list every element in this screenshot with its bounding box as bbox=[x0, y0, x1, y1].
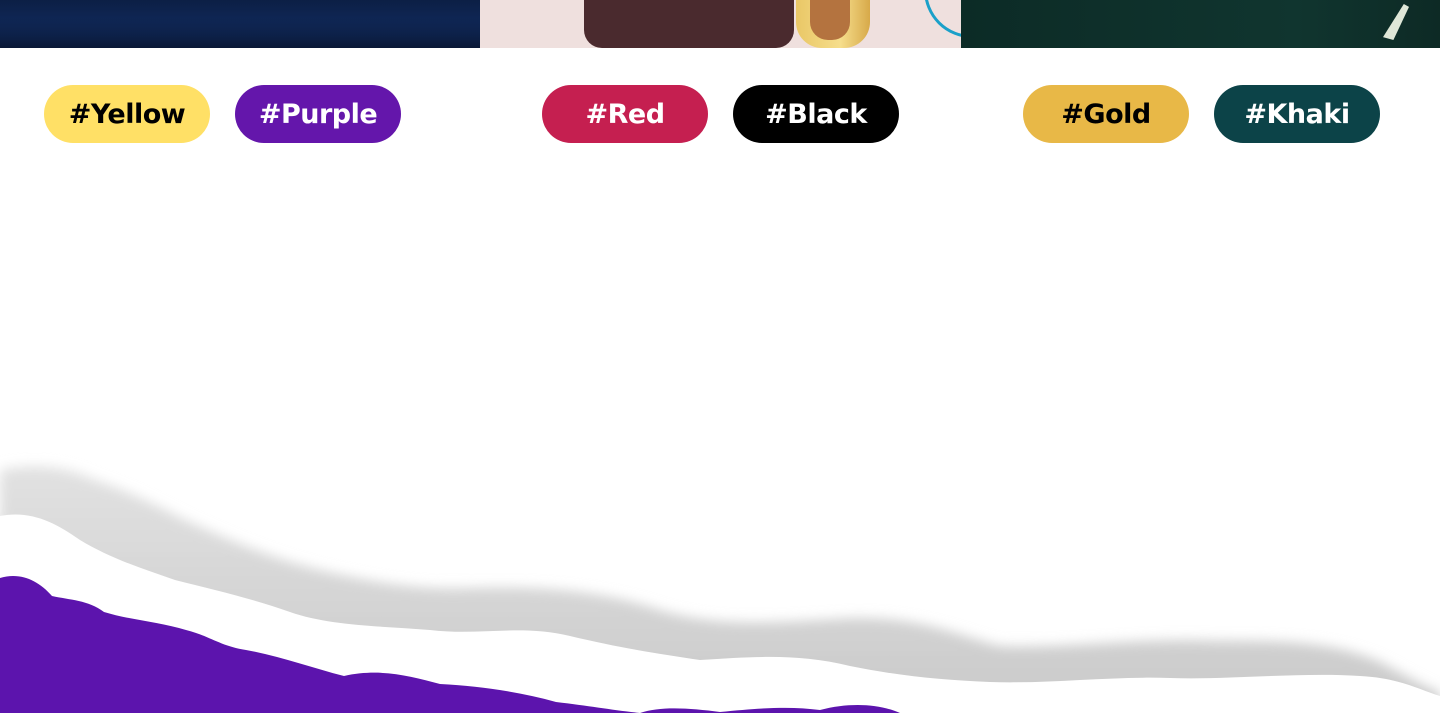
tag-red[interactable]: #Red bbox=[542, 85, 708, 143]
tag-purple[interactable]: #Purple bbox=[235, 85, 401, 143]
tag-purple-label: #Purple bbox=[258, 98, 378, 130]
tag-red-label: #Red bbox=[585, 98, 665, 130]
blue-ring-decoration bbox=[924, 0, 961, 38]
image-tile-gold-khaki[interactable] bbox=[961, 0, 1440, 48]
image-strip bbox=[0, 0, 1440, 48]
tag-yellow-label: #Yellow bbox=[68, 98, 186, 130]
image-tile-yellow-purple[interactable] bbox=[0, 0, 480, 48]
light-glint bbox=[1383, 4, 1409, 40]
tag-black[interactable]: #Black bbox=[733, 85, 899, 143]
tag-black-label: #Black bbox=[765, 98, 867, 130]
tag-gold[interactable]: #Gold bbox=[1023, 85, 1189, 143]
torn-paper-divider bbox=[0, 466, 1440, 713]
tag-gold-label: #Gold bbox=[1061, 98, 1151, 130]
figure-face bbox=[810, 0, 850, 40]
tag-yellow[interactable]: #Yellow bbox=[44, 85, 210, 143]
figure-dark-outfit bbox=[584, 0, 794, 48]
tag-khaki-label: #Khaki bbox=[1244, 98, 1350, 130]
night-scene-shading bbox=[0, 18, 480, 48]
image-tile-red-black[interactable] bbox=[480, 0, 961, 48]
tag-khaki[interactable]: #Khaki bbox=[1214, 85, 1380, 143]
